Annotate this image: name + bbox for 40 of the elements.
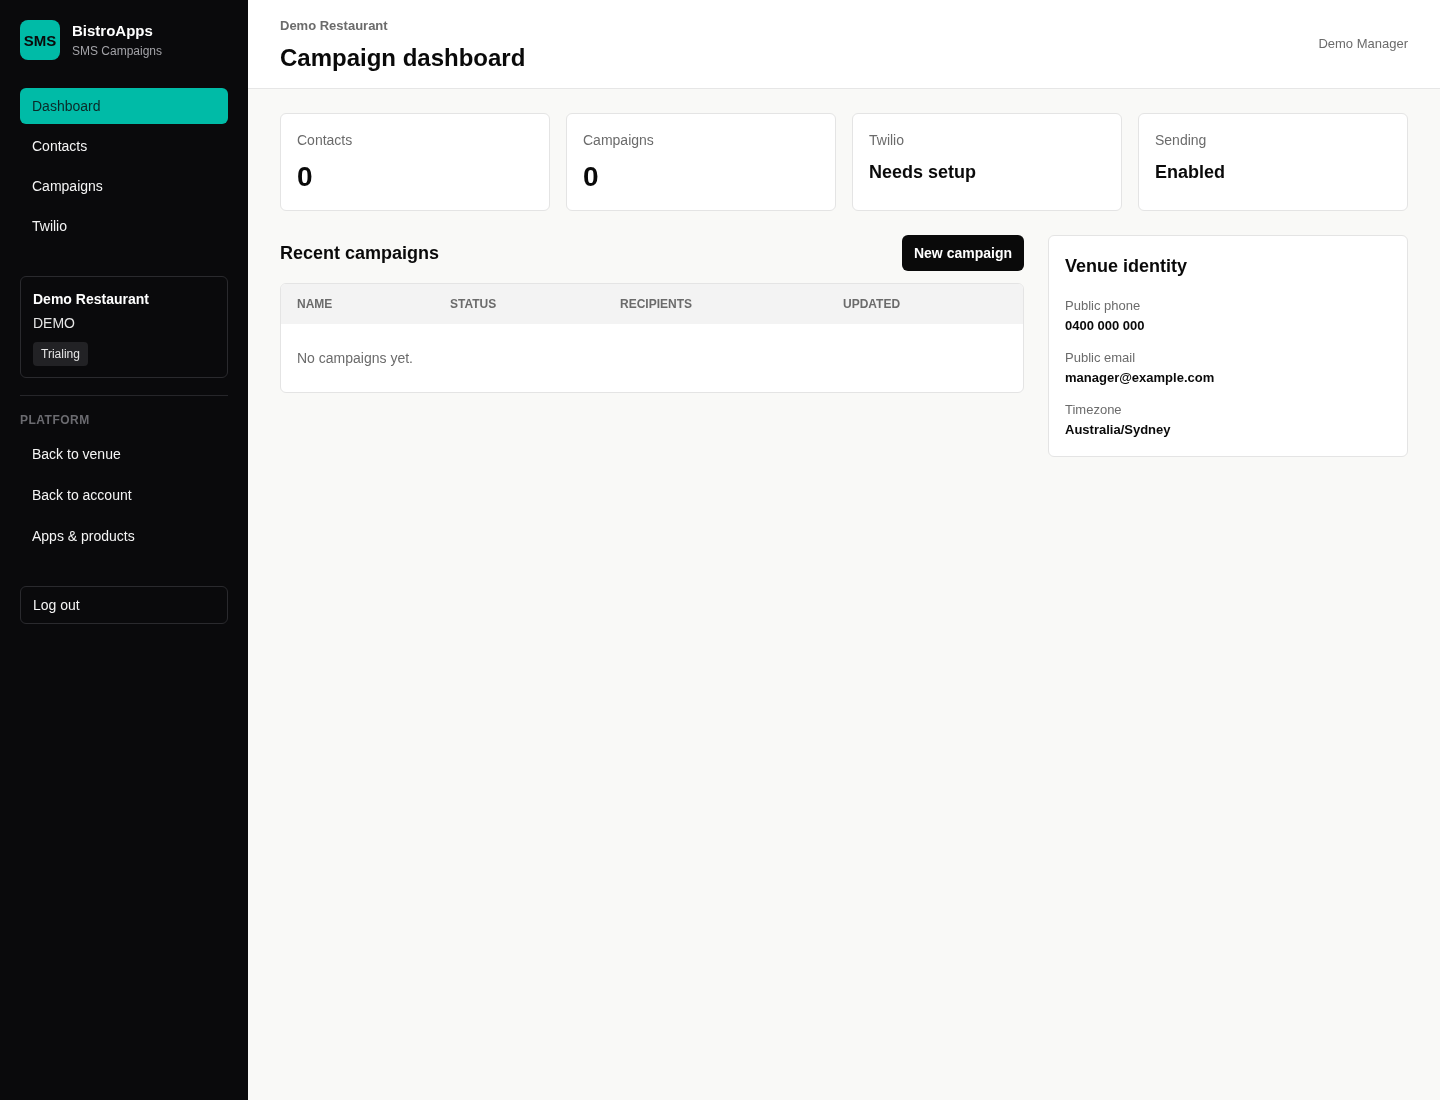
new-campaign-button[interactable]: New campaign [901, 235, 1024, 271]
section-title: Recent campaigns [280, 242, 440, 265]
user-name: Demo Manager [1318, 35, 1408, 53]
platform-link[interactable]: Back to venue [20, 436, 228, 472]
breadcrumb: Demo Restaurant [280, 17, 389, 35]
venue-name: Demo Restaurant [33, 290, 149, 309]
logo-tile: SMS [20, 20, 60, 60]
sidebar-nav-item[interactable]: Contacts [20, 128, 228, 164]
sidebar-nav-item[interactable]: Dashboard [20, 88, 228, 124]
logout-button[interactable]: Log out [20, 586, 228, 624]
section-heading: PLATFORM [20, 412, 91, 428]
field-label: Public phone [1065, 297, 1141, 315]
app-name: BistroApps [72, 21, 154, 41]
empty-message: No campaigns yet. [297, 349, 413, 368]
venue-code: DEMO [33, 314, 75, 333]
platform-link[interactable]: Apps & products [20, 518, 228, 554]
stat-label: Contacts [297, 131, 353, 150]
column-header: NAME [297, 296, 334, 312]
plan-badge: Trialing [33, 342, 88, 366]
sidebar-nav-item[interactable]: Twilio [20, 208, 228, 244]
stat-value: 0 [583, 160, 599, 194]
field-value: manager@example.com [1065, 369, 1215, 387]
app-subtitle: SMS Campaigns [72, 43, 163, 59]
field-label: Timezone [1065, 401, 1122, 419]
stat-label: Twilio [869, 131, 904, 150]
stat-label: Campaigns [583, 131, 654, 150]
page-title: Campaign dashboard [280, 43, 526, 73]
stat-value: 0 [297, 160, 313, 194]
stat-value: Needs setup [869, 161, 977, 184]
card-title: Venue identity [1065, 255, 1189, 278]
field-value: 0400 000 000 [1065, 317, 1145, 335]
platform-link[interactable]: Back to account [20, 477, 228, 513]
column-header: RECIPIENTS [620, 296, 693, 312]
column-header: STATUS [450, 296, 498, 312]
sidebar-nav-item[interactable]: Campaigns [20, 168, 228, 204]
column-header: UPDATED [843, 296, 902, 312]
stat-label: Sending [1155, 131, 1207, 150]
field-value: Australia/Sydney [1065, 421, 1171, 439]
field-label: Public email [1065, 349, 1136, 367]
stat-value: Enabled [1155, 161, 1225, 184]
